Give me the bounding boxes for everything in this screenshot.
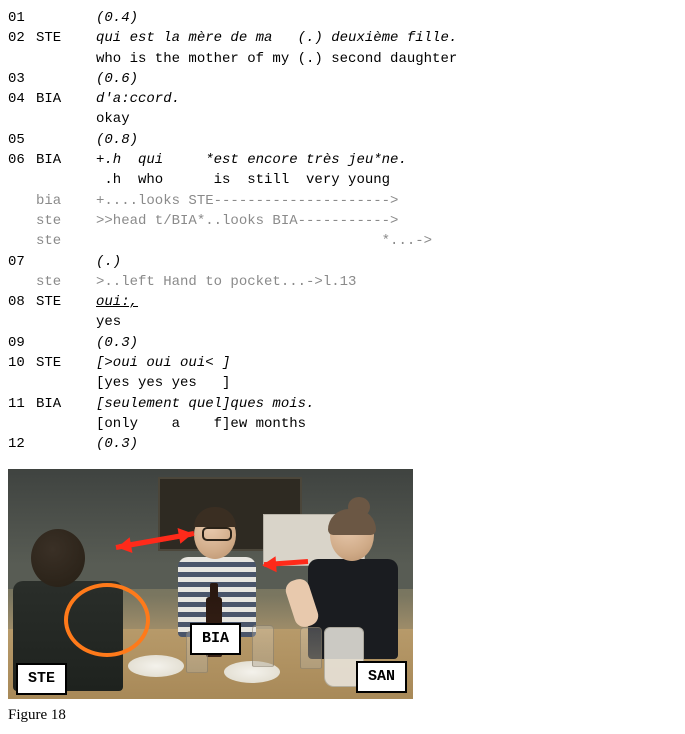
line-text: (0.3) <box>96 333 677 353</box>
speaker-code <box>36 130 96 150</box>
line-number <box>8 272 36 292</box>
transcript-line: [only a f]ew months <box>8 414 677 434</box>
line-number: 06 <box>8 150 36 170</box>
transcript-line: .h who is still very young <box>8 170 677 190</box>
transcript-line: 04BIAd'a:ccord. <box>8 89 677 109</box>
speaker-code: STE <box>36 292 96 312</box>
line-text: .h who is still very young <box>96 170 677 190</box>
line-text: >>head t/BIA*..looks BIA-----------> <box>96 211 677 231</box>
label-bia: BIA <box>190 623 241 655</box>
line-text: (0.4) <box>96 8 677 28</box>
speaker-code <box>36 434 96 454</box>
transcript-line: 03 (0.6) <box>8 69 677 89</box>
transcript-line: 01 (0.4) <box>8 8 677 28</box>
line-number: 04 <box>8 89 36 109</box>
speaker-code <box>36 69 96 89</box>
speaker-code: ste <box>36 231 96 251</box>
transcript-line: 06BIA+.h qui *est encore très jeu*ne. <box>8 150 677 170</box>
line-text: >..left Hand to pocket...->l.13 <box>96 272 677 292</box>
transcript-line: [yes yes yes ] <box>8 373 677 393</box>
line-number <box>8 170 36 190</box>
speaker-code: STE <box>36 28 96 48</box>
line-number: 11 <box>8 394 36 414</box>
line-number <box>8 109 36 129</box>
transcript-line: ste>>head t/BIA*..looks BIA-----------> <box>8 211 677 231</box>
label-san: SAN <box>356 661 407 693</box>
line-text: yes <box>96 312 677 332</box>
speaker-code <box>36 312 96 332</box>
line-number: 10 <box>8 353 36 373</box>
line-number: 07 <box>8 252 36 272</box>
speaker-code <box>36 333 96 353</box>
speaker-code: BIA <box>36 150 96 170</box>
line-number: 12 <box>8 434 36 454</box>
transcript-line: bia+....looks STE---------------------> <box>8 191 677 211</box>
transcript-line: 08STEoui:, <box>8 292 677 312</box>
line-text: d'a:ccord. <box>96 89 677 109</box>
line-text: (0.3) <box>96 434 677 454</box>
transcript-line: okay <box>8 109 677 129</box>
line-number: 05 <box>8 130 36 150</box>
line-number <box>8 211 36 231</box>
speaker-code: BIA <box>36 89 96 109</box>
speaker-code: STE <box>36 353 96 373</box>
line-text: (.) <box>96 252 677 272</box>
line-text: okay <box>96 109 677 129</box>
line-text: [>oui oui oui< ] <box>96 353 677 373</box>
transcript-line: 11BIA[seulement quel]ques mois. <box>8 394 677 414</box>
line-text: [seulement quel]ques mois. <box>96 394 677 414</box>
transcript-line: 12 (0.3) <box>8 434 677 454</box>
transcript-line: yes <box>8 312 677 332</box>
transcript-line: 09 (0.3) <box>8 333 677 353</box>
line-text: +....looks STE---------------------> <box>96 191 677 211</box>
speaker-code <box>36 373 96 393</box>
speaker-code <box>36 49 96 69</box>
line-number: 08 <box>8 292 36 312</box>
transcript-line: 02STEqui est la mère de ma (.) deuxième … <box>8 28 677 48</box>
line-text: oui:, <box>96 292 677 312</box>
line-number <box>8 191 36 211</box>
line-text: qui est la mère de ma (.) deuxième fille… <box>96 28 677 48</box>
line-number <box>8 231 36 251</box>
line-number <box>8 49 36 69</box>
line-number <box>8 312 36 332</box>
speaker-code <box>36 8 96 28</box>
line-text: *...-> <box>96 231 677 251</box>
line-text: who is the mother of my (.) second daugh… <box>96 49 677 69</box>
speaker-code <box>36 414 96 434</box>
line-number: 09 <box>8 333 36 353</box>
transcript-line: 10STE[>oui oui oui< ] <box>8 353 677 373</box>
speaker-code: BIA <box>36 394 96 414</box>
transcript-line: 05 (0.8) <box>8 130 677 150</box>
speaker-code <box>36 109 96 129</box>
line-number: 01 <box>8 8 36 28</box>
figure-caption: Figure 18 <box>8 705 677 727</box>
transcript-line: who is the mother of my (.) second daugh… <box>8 49 677 69</box>
line-number <box>8 414 36 434</box>
transcript-line: ste>..left Hand to pocket...->l.13 <box>8 272 677 292</box>
line-number: 02 <box>8 28 36 48</box>
transcript-block: 01(0.4)02STEqui est la mère de ma (.) de… <box>8 8 677 455</box>
line-number <box>8 373 36 393</box>
line-number: 03 <box>8 69 36 89</box>
line-text: (0.6) <box>96 69 677 89</box>
transcript-line: ste *...-> <box>8 231 677 251</box>
line-text: [yes yes yes ] <box>96 373 677 393</box>
speaker-code: ste <box>36 211 96 231</box>
speaker-code: bia <box>36 191 96 211</box>
line-text: [only a f]ew months <box>96 414 677 434</box>
speaker-code: ste <box>36 272 96 292</box>
speaker-code <box>36 170 96 190</box>
label-ste: STE <box>16 663 67 695</box>
annotation-circle <box>64 583 150 657</box>
line-text: (0.8) <box>96 130 677 150</box>
speaker-code <box>36 252 96 272</box>
figure-image: STE BIA SAN <box>8 469 413 699</box>
transcript-line: 07 (.) <box>8 252 677 272</box>
line-text: +.h qui *est encore très jeu*ne. <box>96 150 677 170</box>
